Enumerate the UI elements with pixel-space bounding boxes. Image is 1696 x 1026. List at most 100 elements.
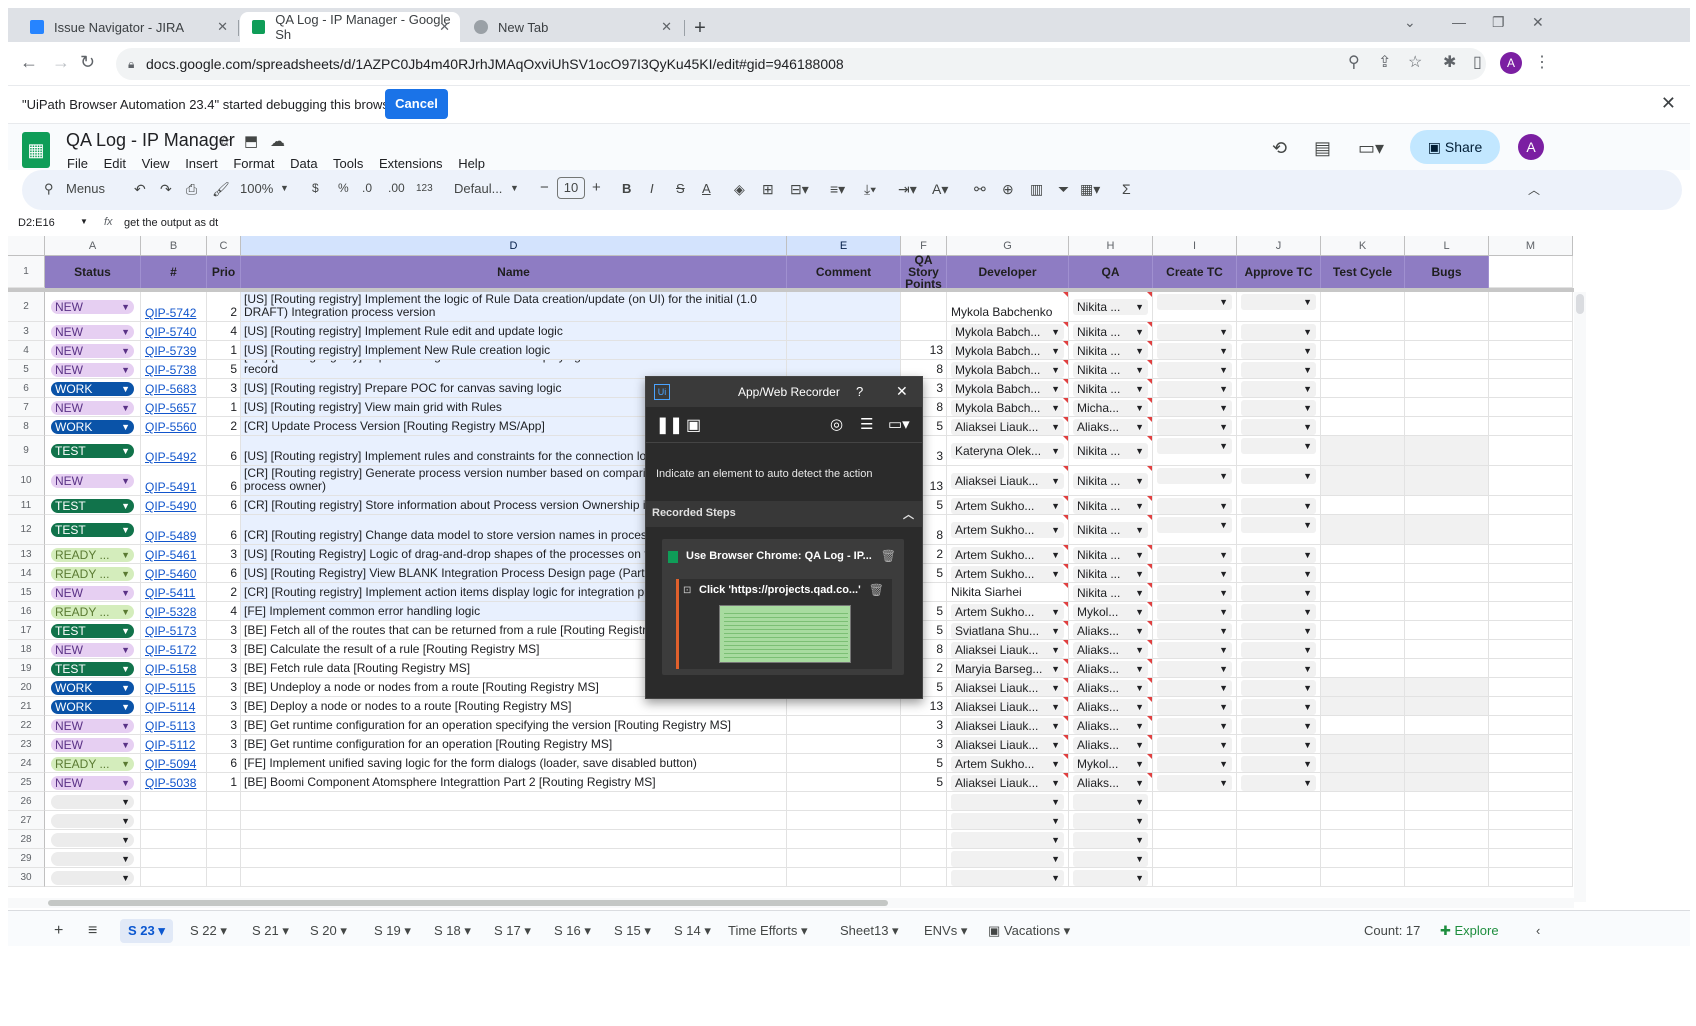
cell-i[interactable]: ▼ — [1153, 697, 1237, 716]
delete-icon[interactable]: 🗑︎ — [869, 583, 884, 597]
url-field[interactable]: 🔒︎ docs.google.com/spreadsheets/d/1AZPC0… — [116, 48, 1486, 80]
cell-h[interactable]: ▼ — [1069, 849, 1153, 868]
row-header[interactable]: 15 — [8, 583, 45, 602]
cell-e[interactable] — [787, 697, 901, 716]
cell-f[interactable] — [901, 292, 947, 322]
cell-i[interactable] — [1153, 792, 1237, 811]
row-header[interactable]: 27 — [8, 811, 45, 830]
cell-c[interactable]: 6 — [207, 754, 241, 773]
developer-dropdown[interactable]: ▼ — [951, 831, 1064, 848]
cell-h[interactable]: Nikita ... ▼ — [1069, 292, 1153, 322]
cell-m[interactable] — [1489, 515, 1573, 545]
cell-g[interactable]: Maryia Barseg... ▼ — [947, 659, 1069, 678]
cell-i[interactable]: ▼ — [1153, 564, 1237, 583]
cell-c[interactable] — [207, 849, 241, 868]
row-header[interactable]: 9 — [8, 436, 45, 466]
cell-a[interactable]: TEST ▼ — [45, 496, 141, 515]
cell-f[interactable] — [901, 792, 947, 811]
qa-dropdown[interactable]: Nikita ... ▼ — [1073, 323, 1148, 340]
cell-g[interactable]: Artem Sukho... ▼ — [947, 496, 1069, 515]
cell-k[interactable] — [1321, 322, 1405, 341]
column-header-d[interactable]: D — [241, 236, 787, 256]
column-header-c[interactable]: C — [207, 236, 241, 256]
cell-g[interactable]: Artem Sukho... ▼ — [947, 564, 1069, 583]
developer-dropdown[interactable]: Mykola Babch... ▼ — [951, 342, 1064, 359]
cell-h[interactable]: Nikita ... ▼ — [1069, 564, 1153, 583]
status-dropdown[interactable]: WORK ▼ — [51, 381, 134, 396]
cell-j[interactable]: ▼ — [1237, 417, 1321, 436]
document-title[interactable]: QA Log - IP Manager — [66, 130, 235, 151]
cell-g[interactable]: Aliaksei Liauk... ▼ — [947, 678, 1069, 697]
sheet-tab[interactable]: Sheet13 ▾ — [832, 919, 907, 943]
cell-a[interactable]: NEW ▼ — [45, 360, 141, 379]
status-dropdown[interactable]: NEW ▼ — [51, 585, 134, 600]
cell-i[interactable]: ▼ — [1153, 735, 1237, 754]
cell-f[interactable]: 3 — [901, 735, 947, 754]
cell-c[interactable] — [207, 830, 241, 849]
cell-a[interactable]: ▼ — [45, 830, 141, 849]
qa-dropdown[interactable]: Mykol... ▼ — [1073, 603, 1148, 620]
cell-f[interactable]: 5 — [901, 773, 947, 792]
row-header[interactable]: 30 — [8, 868, 45, 887]
cell-l[interactable] — [1405, 697, 1489, 716]
qa-dropdown[interactable]: Mykol... ▼ — [1073, 755, 1148, 772]
cell-l[interactable] — [1405, 292, 1489, 322]
horizontal-align-icon[interactable]: ≡▾ — [830, 181, 845, 198]
issue-link[interactable]: QIP-5113 — [141, 719, 195, 733]
column-header-e[interactable]: E — [787, 236, 901, 256]
filter-icon[interactable]: ⏷ — [1058, 181, 1069, 198]
cell-l[interactable] — [1405, 754, 1489, 773]
status-dropdown[interactable]: TEST ▼ — [51, 444, 134, 458]
share-page-icon[interactable]: ⇪ — [1378, 52, 1391, 72]
cell-d[interactable]: [BE] Get runtime configuration for an op… — [241, 735, 787, 754]
cell-k[interactable] — [1321, 659, 1405, 678]
tc-dropdown[interactable]: ▼ — [1241, 400, 1316, 416]
italic-button[interactable]: I — [650, 181, 654, 196]
cell-k[interactable] — [1321, 716, 1405, 735]
cell-b[interactable]: QIP-5657 — [141, 398, 207, 417]
cell-m[interactable] — [1489, 659, 1573, 678]
cell-l[interactable] — [1405, 496, 1489, 515]
issue-link[interactable]: QIP-5038 — [141, 776, 196, 790]
sheet-tab[interactable]: S 17 ▾ — [486, 919, 539, 943]
cell-j[interactable]: ▼ — [1237, 640, 1321, 659]
tc-dropdown[interactable]: ▼ — [1241, 498, 1316, 514]
developer-dropdown[interactable]: ▼ — [951, 850, 1064, 867]
cell-b[interactable] — [141, 868, 207, 887]
back-icon[interactable]: ← — [20, 52, 38, 73]
cell-f[interactable]: 13 — [901, 341, 947, 360]
column-header-a[interactable]: A — [45, 236, 141, 256]
cell-c[interactable] — [207, 868, 241, 887]
cell-a[interactable]: TEST ▼ — [45, 659, 141, 678]
qa-dropdown[interactable]: Nikita ... ▼ — [1073, 565, 1148, 582]
cell-i[interactable]: ▼ — [1153, 466, 1237, 496]
row-header[interactable]: 24 — [8, 754, 45, 773]
cell-e[interactable] — [787, 341, 901, 360]
status-dropdown[interactable]: NEW ▼ — [51, 642, 134, 657]
cell-j[interactable]: ▼ — [1237, 754, 1321, 773]
sheet-tab[interactable]: S 16 ▾ — [546, 919, 599, 943]
cell-k[interactable] — [1321, 811, 1405, 830]
bold-button[interactable]: B — [622, 181, 631, 196]
cell-m[interactable] — [1489, 417, 1573, 436]
developer-dropdown[interactable]: Artem Sukho... ▼ — [951, 565, 1064, 582]
cell-h[interactable]: ▼ — [1069, 792, 1153, 811]
cell-c[interactable]: 5 — [207, 360, 241, 379]
developer-dropdown[interactable]: Artem Sukho... ▼ — [951, 546, 1064, 563]
cell-f[interactable]: 5 — [901, 754, 947, 773]
cell-h[interactable]: Aliaks... ▼ — [1069, 640, 1153, 659]
cell-g[interactable]: ▼ — [947, 792, 1069, 811]
cell-i[interactable]: ▼ — [1153, 754, 1237, 773]
cell-i[interactable]: ▼ — [1153, 496, 1237, 515]
issue-link[interactable]: QIP-5740 — [141, 325, 196, 339]
cell-m[interactable] — [1489, 830, 1573, 849]
cell-j[interactable]: ▼ — [1237, 398, 1321, 417]
cell-m[interactable] — [1489, 754, 1573, 773]
sheets-logo-icon[interactable]: ▦ — [22, 132, 50, 168]
star-icon[interactable]: ☆ — [218, 132, 231, 150]
cell-k[interactable] — [1321, 398, 1405, 417]
move-icon[interactable]: ⬒ — [244, 132, 258, 150]
status-dropdown[interactable]: NEW ▼ — [51, 300, 134, 314]
cell-m[interactable] — [1489, 773, 1573, 792]
text-color-button[interactable]: A — [702, 181, 711, 196]
